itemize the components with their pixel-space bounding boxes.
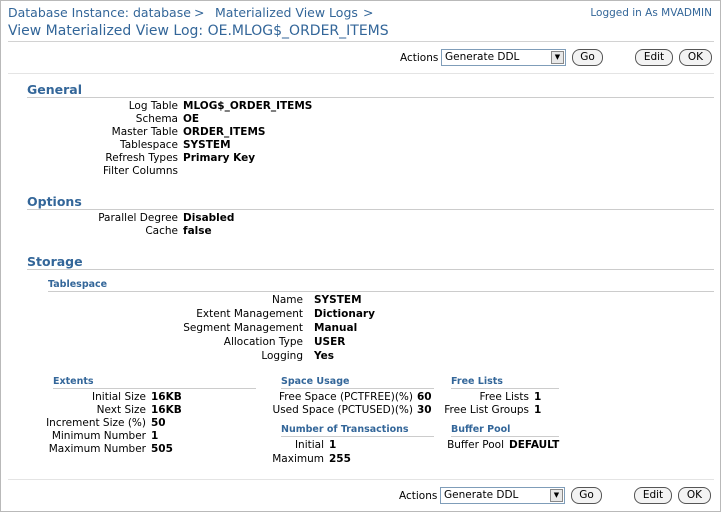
field-label: Maximum Number [48, 443, 146, 455]
subsection-transactions-heading: Number of Transactions [281, 424, 409, 435]
field-value: 50 [151, 417, 166, 429]
section-storage-heading: Storage [27, 254, 83, 269]
field-label: Extent Management [196, 308, 303, 320]
field-label: Logging [261, 350, 303, 362]
section-divider [27, 97, 714, 98]
field-value: 1 [151, 430, 159, 442]
field-label: Name [272, 294, 303, 306]
go-button[interactable]: Go [572, 49, 603, 66]
field-value: 255 [329, 453, 351, 465]
subsection-extents-heading: Extents [53, 376, 94, 387]
subsection-tablespace-heading: Tablespace [48, 279, 108, 290]
field-value: 1 [329, 439, 337, 451]
field-value: SYSTEM [183, 139, 231, 151]
field-label: Free List Groups [444, 404, 529, 416]
subsection-divider [451, 388, 559, 389]
subsection-free-lists-heading: Free Lists [451, 376, 503, 387]
field-label: Initial [294, 439, 324, 451]
field-value: USER [314, 336, 346, 348]
toolbar-divider [8, 73, 714, 74]
ok-button[interactable]: OK [679, 49, 712, 66]
field-value: 30 [417, 404, 432, 416]
field-label: Increment Size (%) [46, 417, 146, 429]
field-value: 1 [534, 404, 542, 416]
field-value: 505 [151, 443, 173, 455]
actions-label: Actions [399, 490, 438, 502]
go-button-bottom[interactable]: Go [571, 487, 602, 504]
field-label: Allocation Type [223, 336, 303, 348]
section-divider [27, 269, 714, 270]
field-value: Primary Key [183, 152, 256, 164]
actions-select-value: Generate DDL [445, 51, 520, 63]
ok-button-bottom[interactable]: OK [678, 487, 711, 504]
breadcrumb-separator: > [194, 5, 205, 20]
subsection-divider [53, 388, 256, 389]
breadcrumb-materialized-view-logs[interactable]: Materialized View Logs [215, 5, 358, 20]
field-label: Tablespace [120, 139, 178, 151]
field-label: Next Size [96, 404, 146, 416]
field-value: DEFAULT [509, 439, 560, 451]
field-label: Master Table [111, 126, 178, 138]
bottom-divider [8, 479, 714, 480]
subsection-buffer-pool-heading: Buffer Pool [451, 424, 511, 435]
field-label: Segment Management [183, 322, 303, 334]
subsection-divider [281, 436, 434, 437]
field-label: Schema [135, 113, 178, 125]
field-label: Initial Size [92, 391, 146, 403]
field-label: Parallel Degree [98, 212, 178, 224]
field-label: Refresh Types [105, 152, 178, 164]
field-label: Maximum [272, 453, 324, 465]
field-value: Yes [314, 350, 335, 362]
field-value: ORDER_ITEMS [183, 126, 266, 138]
field-label: Free Lists [479, 391, 529, 403]
chevron-down-icon[interactable]: ▼ [550, 489, 563, 502]
subsection-divider [48, 291, 714, 292]
edit-button[interactable]: Edit [635, 49, 673, 66]
field-value: MLOG$_ORDER_ITEMS [183, 100, 313, 112]
field-label: Used Space (PCTUSED)(%) [272, 404, 413, 416]
field-label: Minimum Number [51, 430, 146, 442]
section-options-heading: Options [27, 194, 82, 209]
actions-select-bottom[interactable]: Generate DDL ▼ [440, 487, 565, 504]
subsection-space-usage-heading: Space Usage [281, 376, 350, 387]
actions-select-value: Generate DDL [444, 489, 519, 501]
breadcrumb-separator: > [363, 5, 374, 20]
section-general-heading: General [27, 82, 82, 97]
field-label: Buffer Pool [447, 439, 504, 451]
page-frame: Database Instance: database > Materializ… [0, 0, 721, 512]
field-value: SYSTEM [314, 294, 362, 306]
page-title: View Materialized View Log: OE.MLOG$_ORD… [8, 23, 389, 39]
field-value: 16KB [151, 391, 182, 403]
field-value: Dictionary [314, 308, 375, 320]
field-value: 16KB [151, 404, 182, 416]
actions-label: Actions [400, 52, 439, 64]
subsection-divider [281, 388, 434, 389]
actions-select[interactable]: Generate DDL ▼ [441, 49, 566, 66]
field-value: OE [183, 113, 200, 125]
field-value: Disabled [183, 212, 235, 224]
field-value: 1 [534, 391, 542, 403]
field-value: Manual [314, 322, 358, 334]
field-value: 60 [417, 391, 432, 403]
title-divider [8, 41, 714, 42]
field-label: Log Table [128, 100, 178, 112]
chevron-down-icon[interactable]: ▼ [551, 51, 564, 64]
field-label: Cache [145, 225, 178, 237]
logged-in-user: Logged in As MVADMIN [590, 7, 712, 19]
edit-button-bottom[interactable]: Edit [634, 487, 672, 504]
subsection-divider [451, 436, 559, 437]
field-value: false [183, 225, 212, 237]
section-divider [27, 209, 714, 210]
breadcrumb-database-instance[interactable]: Database Instance: database [8, 5, 191, 20]
field-label: Free Space (PCTFREE)(%) [279, 391, 413, 403]
field-label: Filter Columns [102, 165, 178, 177]
